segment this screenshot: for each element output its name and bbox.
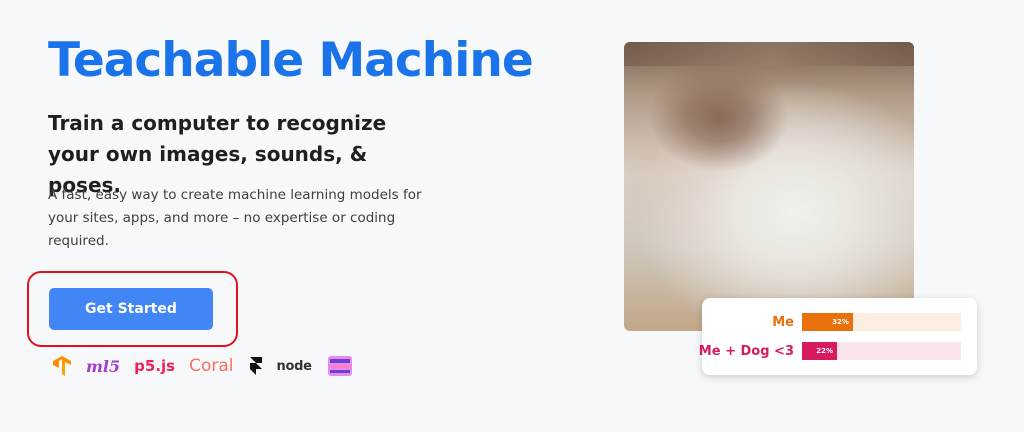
nodejs-logo-text: node <box>276 358 312 374</box>
confidence-percent: 22% <box>816 347 833 355</box>
partner-logos: ml5 p5.js Coral node <box>52 352 354 380</box>
webcam-preview-image <box>624 42 914 331</box>
confidence-track: 22% <box>802 342 961 360</box>
tensorflow-logo-icon[interactable] <box>52 352 72 380</box>
class-label: Me + Dog <3 <box>698 343 794 359</box>
class-label: Me <box>772 314 794 330</box>
hero-description: A fast, easy way to create machine learn… <box>48 187 422 249</box>
p5js-logo[interactable]: p5.js <box>134 352 175 380</box>
photo-background-detail <box>624 42 914 66</box>
coral-logo[interactable]: Coral <box>189 352 233 380</box>
glitch-logo-icon[interactable] <box>326 352 354 380</box>
prediction-card: Me 32% Me + Dog <3 22% <box>698 298 977 375</box>
confidence-track: 32% <box>802 313 961 331</box>
confidence-percent: 32% <box>832 318 849 326</box>
confidence-bar: 32% <box>802 313 853 331</box>
nodejs-logo[interactable]: node <box>277 352 312 380</box>
confidence-bar: 22% <box>802 342 837 360</box>
ml5-logo[interactable]: ml5 <box>86 352 120 380</box>
framer-logo-icon[interactable] <box>249 352 263 380</box>
class-row-me: Me 32% <box>702 312 977 332</box>
class-row-me-dog: Me + Dog <3 22% <box>698 341 977 361</box>
get-started-button[interactable]: Get Started <box>49 288 213 330</box>
page-title: Teachable Machine <box>48 33 534 88</box>
